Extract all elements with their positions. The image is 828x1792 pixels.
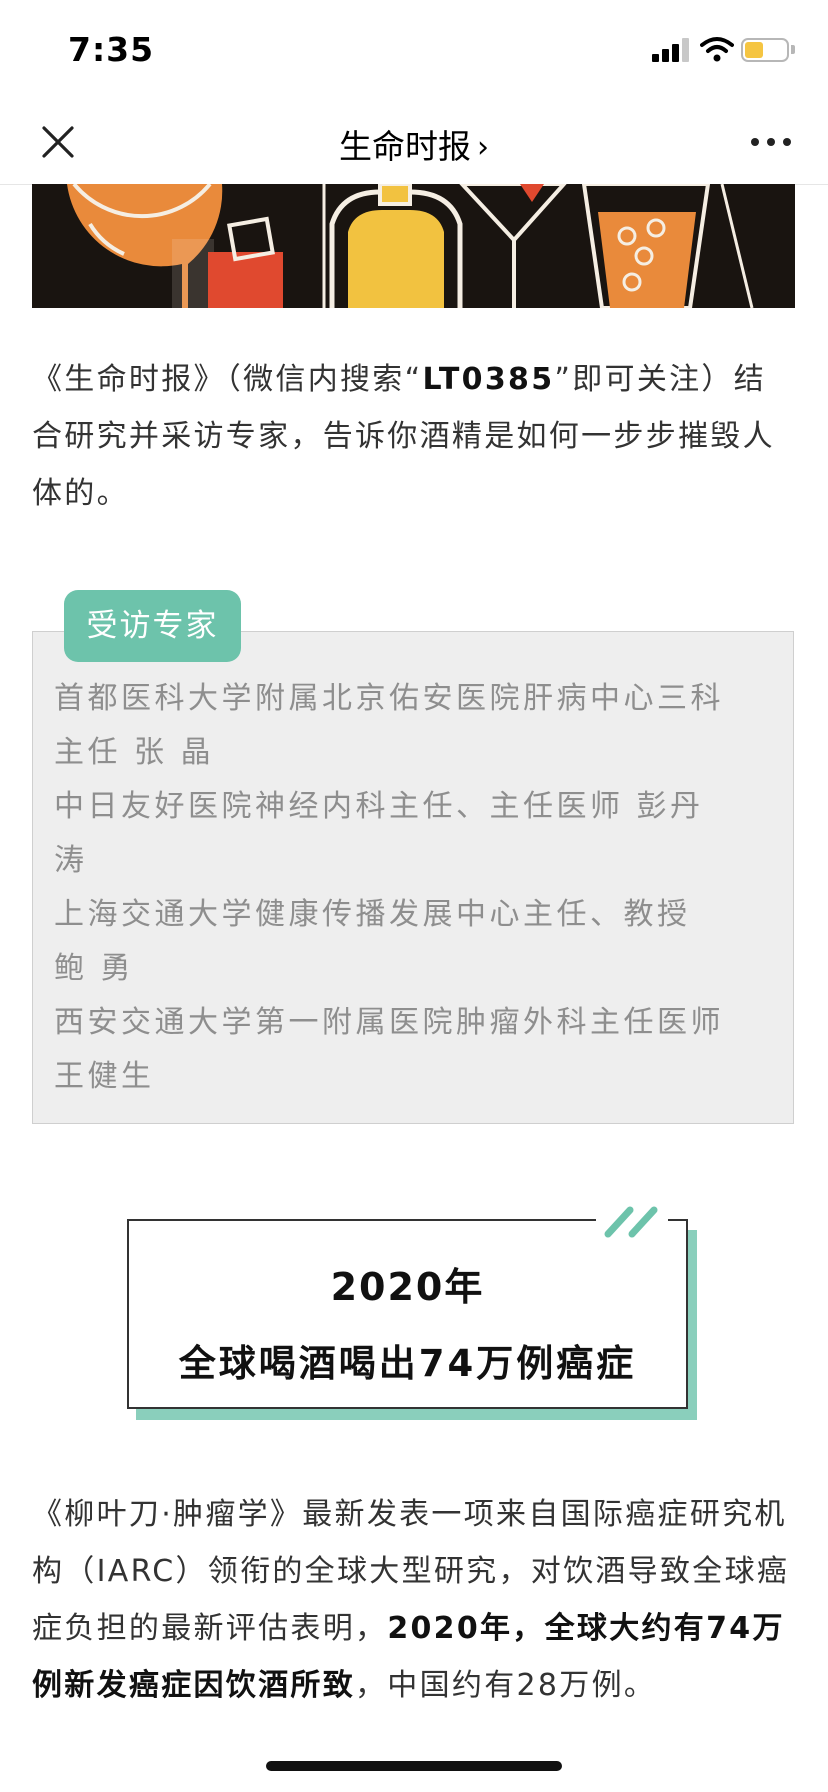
expert-line: 中日友好医院神经内科主任、主任医师 彭丹 <box>54 789 704 824</box>
nav-bar: 生命时报 › <box>0 100 828 185</box>
double-slash-icon <box>604 1206 658 1238</box>
expert-line: 涛 <box>54 843 88 878</box>
account-title-link[interactable]: 生命时报 › <box>0 120 828 168</box>
expert-line: 主任 张 晶 <box>54 735 215 770</box>
expert-line: 上海交通大学健康传播发展中心主任、教授 <box>54 897 691 932</box>
battery-level <box>745 42 763 58</box>
cellular-signal-icon <box>652 38 692 62</box>
expert-line: 王健生 <box>54 1059 155 1094</box>
intro-highlight: LT0385 <box>422 362 555 397</box>
expert-badge: 受访专家 <box>64 590 241 662</box>
account-name: 生命时报 <box>339 127 471 166</box>
expert-line: 鲍 勇 <box>54 951 135 986</box>
battery-cap <box>791 45 795 54</box>
expert-line: 首都医科大学附属北京佑安医院肝病中心三科 <box>54 681 724 716</box>
drinks-illustration <box>32 184 795 308</box>
more-dots-icon[interactable] <box>748 130 794 154</box>
wifi-icon <box>700 37 734 62</box>
expert-line: 西安交通大学第一附属医院肿瘤外科主任医师 <box>54 1005 724 1040</box>
home-indicator <box>266 1761 562 1771</box>
body-paragraph: 《柳叶刀·肿瘤学》最新发表一项来自国际癌症研究机构（IARC）领衔的全球大型研究… <box>32 1486 798 1714</box>
status-bar: 7:35 <box>0 0 828 100</box>
intro-paragraph: 《生命时报》（微信内搜索“LT0385”即可关注）结合研究并采访专家，告诉你酒精… <box>32 351 798 522</box>
section-title: 全球喝酒喝出74万例癌症 <box>178 1342 637 1385</box>
battery-icon <box>741 38 789 62</box>
chevron-right-icon: › <box>477 130 489 165</box>
section-year: 2020年 <box>330 1265 485 1309</box>
intro-text-1: 《生命时报》（微信内搜索“ <box>32 362 423 397</box>
status-time: 7:35 <box>68 30 155 69</box>
body-text-2: ，中国约有28万例。 <box>355 1668 657 1703</box>
